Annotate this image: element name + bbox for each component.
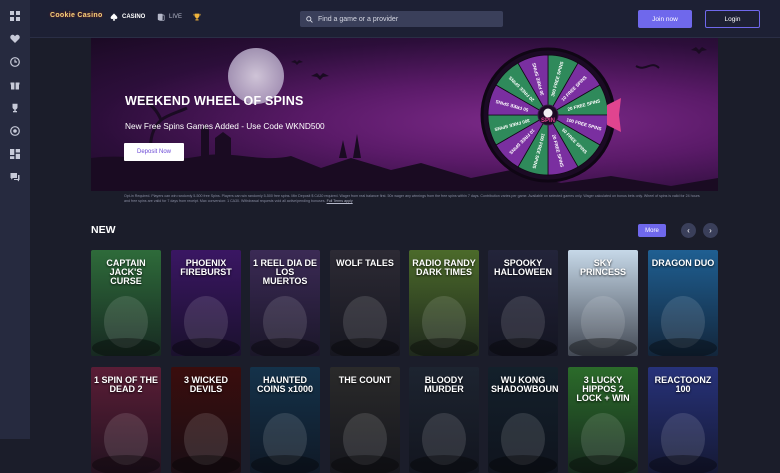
nav-live[interactable]: LIVE (157, 13, 182, 21)
banner-background-art (91, 47, 718, 191)
search-icon (306, 15, 313, 23)
search-placeholder: Find a game or a provider (318, 15, 399, 23)
game-tile[interactable]: THE COUNT (330, 367, 400, 473)
promo-terms-text: Opt-in Required. Players can win randoml… (124, 194, 700, 203)
game-title: CAPTAIN JACK'S CURSE (106, 258, 146, 286)
promo-banner[interactable]: WEEKEND WHEEL OF SPINS New Free Spins Ga… (91, 38, 718, 191)
promo-terms: Opt-in Required. Players can win randoml… (124, 194, 704, 204)
game-tile[interactable]: BLOODY MURDER (409, 367, 479, 473)
game-tile[interactable]: HAUNTED COINS x1000 (250, 367, 320, 473)
login-button[interactable]: Login (705, 10, 760, 28)
game-title: 3 LUCKY HIPPOS 2 LOCK + WIN (576, 375, 630, 403)
game-title: DRAGON DUO (651, 258, 715, 268)
logo-text: Cookie Casino (50, 12, 103, 19)
join-now-button[interactable]: Join now (638, 10, 692, 28)
full-terms-link[interactable]: Full Terms apply (327, 199, 353, 203)
game-tile[interactable]: REACTOONZ 100 (648, 367, 718, 473)
game-tile[interactable]: DRAGON DUO (648, 250, 718, 356)
game-tile[interactable]: 3 LUCKY HIPPOS 2 LOCK + WIN (568, 367, 638, 473)
game-title: PHOENIX FIREBURST (180, 258, 232, 277)
section-title-new: NEW (91, 224, 116, 236)
game-tile[interactable]: RADIO RANDY DARK TIMES (409, 250, 479, 356)
game-tile[interactable]: PHOENIX FIREBURST (171, 250, 241, 356)
nav-casino-label: CASINO (122, 14, 146, 20)
game-tile[interactable]: 1 REEL DIA DE LOS MUERTOS (250, 250, 320, 356)
carousel-next-button[interactable]: › (703, 223, 718, 238)
target-icon[interactable] (0, 119, 30, 142)
spin-wheel: 300 FREE SPINS10 FREE SPINS20 FREE SPINS… (480, 47, 621, 183)
game-title: RADIO RANDY DARK TIMES (412, 258, 476, 277)
game-tile[interactable]: WU KONG SHADOWBOUND (488, 367, 558, 473)
game-title: 3 WICKED DEVILS (183, 375, 228, 394)
banner-subtitle: New Free Spins Games Added - Use Code WK… (125, 121, 325, 131)
chat-icon[interactable] (0, 165, 30, 188)
live-cards-icon (157, 13, 165, 21)
game-title: BLOODY MURDER (424, 375, 464, 394)
game-title: WU KONG SHADOWBOUND (491, 375, 558, 394)
nav-casino[interactable]: CASINO (110, 13, 145, 21)
carousel-prev-button[interactable]: ‹ (681, 223, 696, 238)
game-title: 1 SPIN OF THE DEAD 2 (94, 375, 159, 394)
heart-icon[interactable] (0, 27, 30, 50)
game-tile[interactable]: 3 WICKED DEVILS (171, 367, 241, 473)
wheel-center-label[interactable]: SPIN (541, 118, 555, 124)
game-tile[interactable]: 1 SPIN OF THE DEAD 2 (91, 367, 161, 473)
game-title: SKY PRINCESS (579, 258, 626, 277)
trophy-icon (193, 13, 201, 21)
game-tile[interactable]: SKY PRINCESS (568, 250, 638, 356)
game-tile[interactable]: CAPTAIN JACK'S CURSE (91, 250, 161, 356)
game-title: 1 REEL DIA DE LOS MUERTOS (253, 258, 318, 286)
spade-icon (110, 13, 118, 21)
nav-live-label: LIVE (169, 14, 183, 20)
game-tile[interactable]: WOLF TALES (330, 250, 400, 356)
banner-title: WEEKEND WHEEL OF SPINS (125, 94, 304, 108)
game-title: SPOOKY HALLOWEEN (494, 258, 552, 277)
search-input[interactable]: Find a game or a provider (300, 11, 503, 27)
grid-icon[interactable] (0, 4, 30, 27)
skull-icon (543, 108, 553, 118)
game-title: THE COUNT (338, 375, 392, 385)
trophy-icon[interactable] (0, 96, 30, 119)
left-icon-rail (0, 0, 30, 439)
game-title: WOLF TALES (336, 258, 394, 268)
game-tile[interactable]: SPOOKY HALLOWEEN (488, 250, 558, 356)
clock-icon[interactable] (0, 50, 30, 73)
site-logo[interactable]: Cookie Casino (50, 12, 103, 19)
game-title: REACTOONZ 100 (654, 375, 712, 394)
layout-icon[interactable] (0, 142, 30, 165)
gift-icon[interactable] (0, 73, 30, 96)
more-button[interactable]: More (638, 224, 666, 237)
chevron-right-icon: › (709, 226, 712, 235)
chevron-left-icon: ‹ (687, 226, 690, 235)
deposit-now-button[interactable]: Deposit Now (124, 143, 184, 161)
game-title: HAUNTED COINS x1000 (256, 375, 314, 394)
nav-tournaments[interactable] (193, 13, 201, 21)
top-header: Cookie Casino CASINO LIVE Find a game or… (30, 0, 780, 38)
